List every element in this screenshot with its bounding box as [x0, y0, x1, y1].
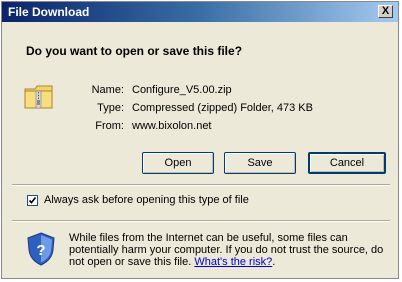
- security-shield-icon: ?: [27, 232, 55, 266]
- close-icon: X: [381, 5, 390, 17]
- title-bar[interactable]: File Download X: [2, 2, 398, 22]
- file-type-value: Compressed (zipped) Folder, 473 KB: [132, 102, 313, 114]
- name-label: Name:: [91, 84, 124, 96]
- file-download-dialog: File Download X Do you want to open or s…: [1, 1, 399, 279]
- always-ask-label[interactable]: Always ask before opening this type of f…: [44, 194, 249, 206]
- checkmark-icon: [28, 197, 37, 204]
- security-warning-text: While files from the Internet can be use…: [69, 232, 389, 268]
- file-name-value: Configure_V5.00.zip: [132, 84, 232, 96]
- whats-the-risk-link[interactable]: What's the risk?: [194, 256, 272, 268]
- prompt-question: Do you want to open or save this file?: [26, 44, 243, 58]
- separator-bottom: [12, 220, 390, 222]
- from-label: From:: [95, 120, 124, 132]
- close-button[interactable]: X: [378, 5, 393, 18]
- dialog-title: File Download: [8, 5, 90, 19]
- svg-text:?: ?: [36, 242, 45, 259]
- always-ask-checkbox[interactable]: [27, 195, 38, 206]
- warning-period: .: [272, 256, 276, 268]
- separator-top: [12, 184, 390, 186]
- type-label: Type:: [97, 102, 124, 114]
- zip-folder-icon: [24, 85, 53, 109]
- file-source-value: www.bixolon.net: [132, 120, 212, 132]
- open-button[interactable]: Open: [142, 152, 214, 174]
- save-button[interactable]: Save: [224, 152, 296, 174]
- cancel-button[interactable]: Cancel: [308, 152, 386, 174]
